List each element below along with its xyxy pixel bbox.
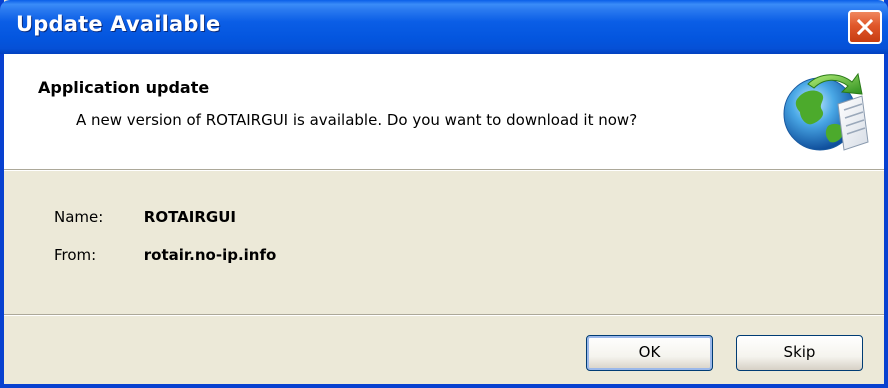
name-row: Name: ROTAIRGUI: [54, 208, 236, 226]
globe-update-icon: [783, 72, 869, 151]
close-icon: [856, 18, 874, 36]
header-description: A new version of ROTAIRGUI is available.…: [76, 111, 638, 129]
header-title: Application update: [38, 78, 210, 97]
update-dialog: Update Available Application update A ne…: [0, 0, 888, 388]
header-panel: Application update A new version of ROTA…: [4, 54, 884, 170]
name-label: Name:: [54, 208, 104, 226]
skip-button[interactable]: Skip: [736, 335, 863, 371]
footer-separator: [4, 314, 884, 316]
header-separator: [4, 170, 884, 171]
from-row: From: rotair.no-ip.info: [54, 246, 276, 264]
close-button[interactable]: [848, 10, 882, 44]
ok-button[interactable]: OK: [586, 335, 713, 371]
from-label: From:: [54, 246, 97, 264]
title-bar[interactable]: Update Available: [0, 0, 888, 54]
name-value: ROTAIRGUI: [143, 208, 236, 226]
from-value: rotair.no-ip.info: [143, 246, 277, 264]
window-title: Update Available: [16, 12, 221, 36]
